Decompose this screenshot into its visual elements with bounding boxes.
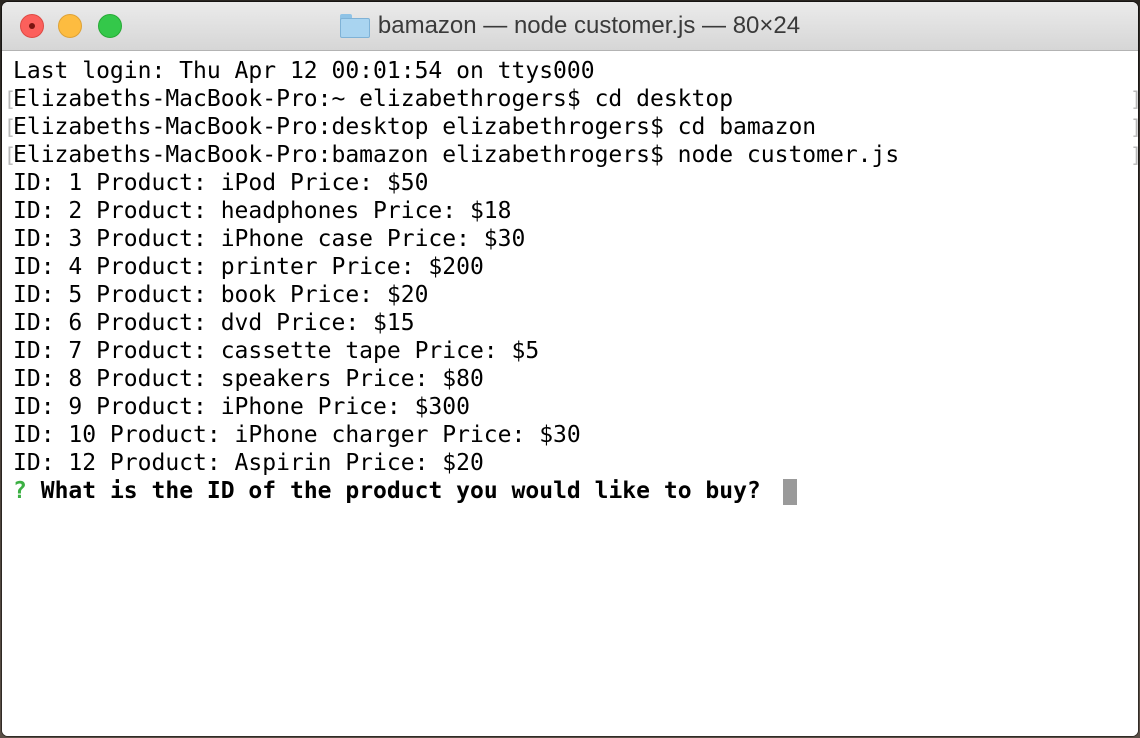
line-mark-right: ] <box>1130 85 1138 113</box>
terminal-output[interactable]: Last login: Thu Apr 12 00:01:54 on ttys0… <box>2 51 1138 736</box>
terminal-window[interactable]: bamazon — node customer.js — 80×24 Last … <box>2 2 1138 736</box>
terminal-line: ID: 10 Product: iPhone charger Price: $3… <box>13 422 581 448</box>
window-title-area: bamazon — node customer.js — 80×24 <box>2 2 1138 50</box>
terminal-line: ID: 6 Product: dvd Price: $15 <box>13 310 415 336</box>
terminal-line: ID: 1 Product: iPod Price: $50 <box>13 170 429 196</box>
folder-icon <box>339 14 370 38</box>
terminal-line: ID: 7 Product: cassette tape Price: $5 <box>13 338 540 364</box>
terminal-line: ID: 9 Product: iPhone Price: $300 <box>13 394 470 420</box>
terminal-line: ID: 2 Product: headphones Price: $18 <box>13 198 512 224</box>
terminal-line: ID: 5 Product: book Price: $20 <box>13 282 429 308</box>
line-mark-right: ] <box>1130 141 1138 169</box>
title-bar[interactable]: bamazon — node customer.js — 80×24 <box>2 2 1138 51</box>
input-prompt[interactable]: ? What is the ID of the product you woul… <box>13 477 761 505</box>
terminal-line: Elizabeths-MacBook-Pro:desktop elizabeth… <box>13 114 817 140</box>
terminal-line: ID: 4 Product: printer Price: $200 <box>13 254 484 280</box>
window-title: bamazon — node customer.js — 80×24 <box>377 12 801 39</box>
prompt-marker: ? <box>13 478 27 504</box>
terminal-line: ID: 8 Product: speakers Price: $80 <box>13 366 484 392</box>
terminal-line: ID: 12 Product: Aspirin Price: $20 <box>13 450 484 476</box>
prompt-question: What is the ID of the product you would … <box>40 478 761 504</box>
terminal-line: ID: 3 Product: iPhone case Price: $30 <box>13 226 526 252</box>
terminal-line: Elizabeths-MacBook-Pro:bamazon elizabeth… <box>13 142 900 168</box>
text-cursor <box>783 479 797 505</box>
terminal-line: Elizabeths-MacBook-Pro:~ elizabethrogers… <box>13 86 734 112</box>
line-mark-right: ] <box>1130 113 1138 141</box>
terminal-line: Last login: Thu Apr 12 00:01:54 on ttys0… <box>13 58 595 84</box>
